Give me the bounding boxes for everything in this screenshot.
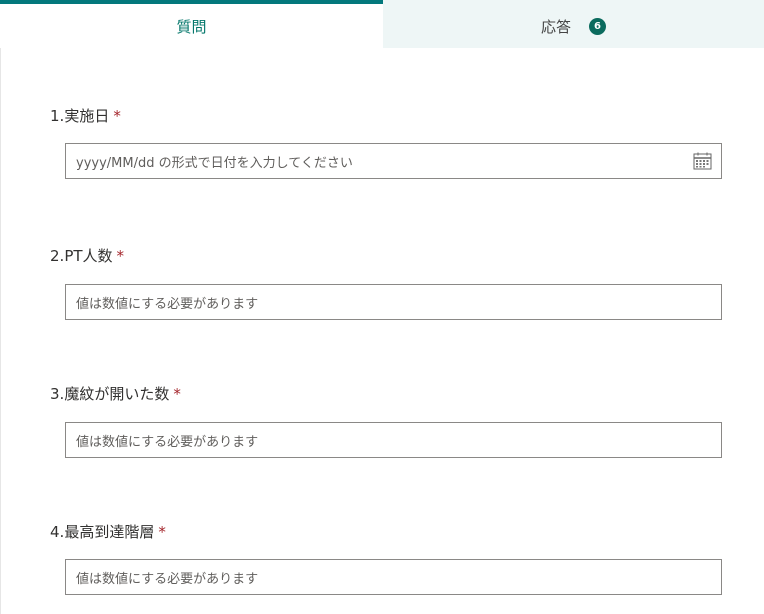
tab-bar: 質問 応答 6 [0, 0, 764, 48]
question-4: 4.最高到達階層 * 値は数値にする必要があります [50, 521, 722, 595]
question-1: 1.実施日 * yyyy/MM/dd の形式で日付を入力してください [50, 105, 722, 179]
number-input[interactable]: 値は数値にする必要があります [65, 422, 722, 458]
responses-count-badge: 6 [589, 17, 606, 35]
number-input[interactable]: 値は数値にする必要があります [65, 284, 722, 320]
question-text: 魔紋が開いた数 [64, 385, 170, 403]
number-input-placeholder: 値は数値にする必要があります [76, 434, 259, 450]
question-text: PT人数 [64, 247, 113, 265]
date-input[interactable]: yyyy/MM/dd の形式で日付を入力してください [65, 143, 722, 179]
required-mark: * [116, 247, 125, 265]
required-mark: * [158, 523, 166, 541]
form-body: 1.実施日 * yyyy/MM/dd の形式で日付を入力してください 2.PT人数… [0, 48, 764, 614]
question-number: 1. [50, 107, 65, 125]
number-input-placeholder: 値は数値にする必要があります [76, 296, 259, 312]
tab-responses[interactable]: 応答 6 [383, 0, 764, 48]
question-2: 2.PT人数 * 値は数値にする必要があります [50, 245, 722, 320]
question-3: 3.魔紋が開いた数 * 値は数値にする必要があります [50, 383, 722, 458]
question-text: 最高到達階層 [64, 523, 155, 541]
question-title: 3.魔紋が開いた数 * [50, 383, 181, 404]
date-input-placeholder: yyyy/MM/dd の形式で日付を入力してください [76, 155, 353, 171]
number-input[interactable]: 値は数値にする必要があります [65, 559, 722, 595]
tab-responses-label: 応答 [540, 17, 571, 36]
question-title: 1.実施日 * [50, 105, 121, 126]
tab-questions-label: 質問 [176, 17, 207, 36]
required-mark: * [113, 107, 121, 125]
required-mark: * [173, 385, 181, 403]
calendar-icon[interactable] [693, 152, 712, 170]
question-title: 2.PT人数 * [50, 245, 124, 266]
question-number: 4. [50, 523, 65, 541]
question-title: 4.最高到達階層 * [50, 521, 166, 542]
question-text: 実施日 [64, 107, 110, 125]
number-input-placeholder: 値は数値にする必要があります [76, 571, 259, 587]
tab-questions[interactable]: 質問 [0, 0, 383, 48]
question-number: 2. [50, 247, 65, 265]
question-number: 3. [50, 385, 65, 403]
